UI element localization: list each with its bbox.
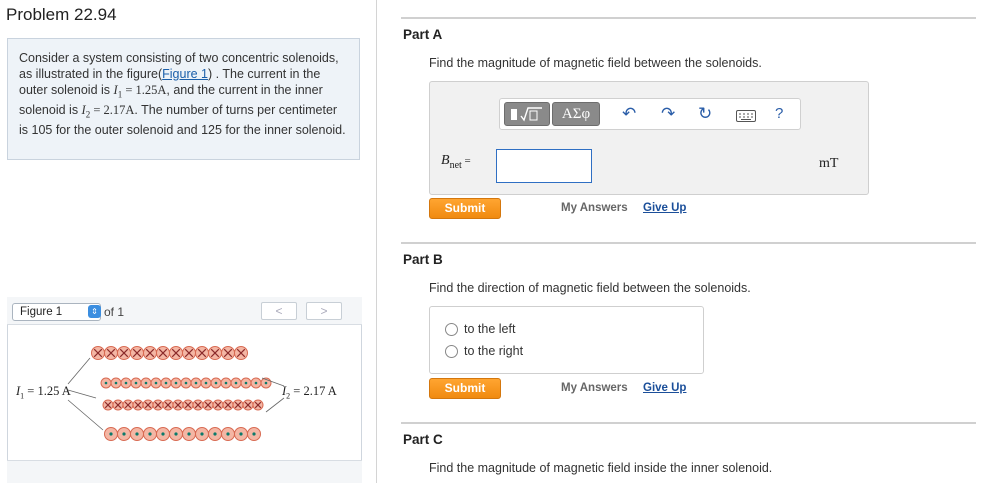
math-toolbar: ΑΣφ ↶ ↷ ↻ ?	[499, 98, 801, 130]
outer-solenoid-bottom	[104, 427, 261, 441]
part-c-prompt: Find the magnitude of magnetic field ins…	[429, 461, 773, 475]
choice-label-left[interactable]: to the left	[464, 322, 515, 336]
part-a-title: Part A	[403, 27, 443, 42]
part-a-divider	[401, 17, 976, 19]
figure-count: of 1	[104, 305, 125, 319]
figure-link[interactable]: Figure 1	[162, 67, 208, 81]
bnet-answer-input[interactable]	[496, 149, 592, 183]
part-b-prompt: Find the direction of magnetic field bet…	[429, 281, 751, 295]
outer-solenoid-top	[90, 345, 249, 361]
i2-expression: I2 = 2.17A	[81, 102, 135, 120]
figure-footer	[7, 460, 362, 483]
choice-label-right[interactable]: to the right	[464, 344, 523, 358]
part-a-prompt: Find the magnitude of magnetic field bet…	[429, 56, 762, 70]
part-b-divider	[401, 242, 976, 244]
templates-icon	[511, 107, 542, 122]
select-arrows-icon[interactable]: ⇕	[88, 305, 101, 318]
next-figure-button[interactable]: >	[306, 302, 342, 320]
symbols-button[interactable]: ΑΣφ	[552, 102, 600, 126]
bnet-label: Bnet =	[441, 153, 471, 171]
part-b-my-answers[interactable]: My Answers	[561, 382, 628, 394]
column-divider	[376, 0, 377, 483]
part-b-title: Part B	[403, 252, 443, 267]
i1-expression: I1 = 1.25A	[113, 82, 167, 100]
radio-to-the-right[interactable]	[445, 345, 458, 358]
templates-button[interactable]	[504, 102, 550, 126]
previous-figure-button[interactable]: <	[261, 302, 297, 320]
problem-title: Problem 22.94	[6, 5, 117, 24]
part-a-submit-button[interactable]: Submit	[429, 198, 501, 219]
unit-label: mT	[819, 156, 839, 171]
problem-statement: Consider a system consisting of two conc…	[19, 51, 349, 139]
part-a-give-up[interactable]: Give Up	[643, 202, 686, 214]
help-icon[interactable]: ?	[775, 105, 783, 122]
inner-solenoid-top	[100, 377, 272, 389]
part-c-title: Part C	[403, 432, 443, 447]
figure-i2-label: I2 = 2.17 A	[282, 384, 337, 401]
reset-icon[interactable]: ↻	[698, 105, 712, 123]
keyboard-icon[interactable]	[736, 108, 756, 126]
figure-i1-label: I1 = 1.25 A	[16, 384, 71, 401]
inner-solenoid-bottom	[102, 399, 264, 411]
part-a-my-answers[interactable]: My Answers	[561, 202, 628, 214]
part-c-divider	[401, 422, 976, 424]
part-b-submit-button[interactable]: Submit	[429, 378, 501, 399]
part-b-choices-box	[429, 306, 704, 374]
redo-icon[interactable]: ↷	[661, 105, 675, 123]
part-b-give-up[interactable]: Give Up	[643, 382, 686, 394]
radio-to-the-left[interactable]	[445, 323, 458, 336]
undo-icon[interactable]: ↶	[622, 105, 636, 123]
